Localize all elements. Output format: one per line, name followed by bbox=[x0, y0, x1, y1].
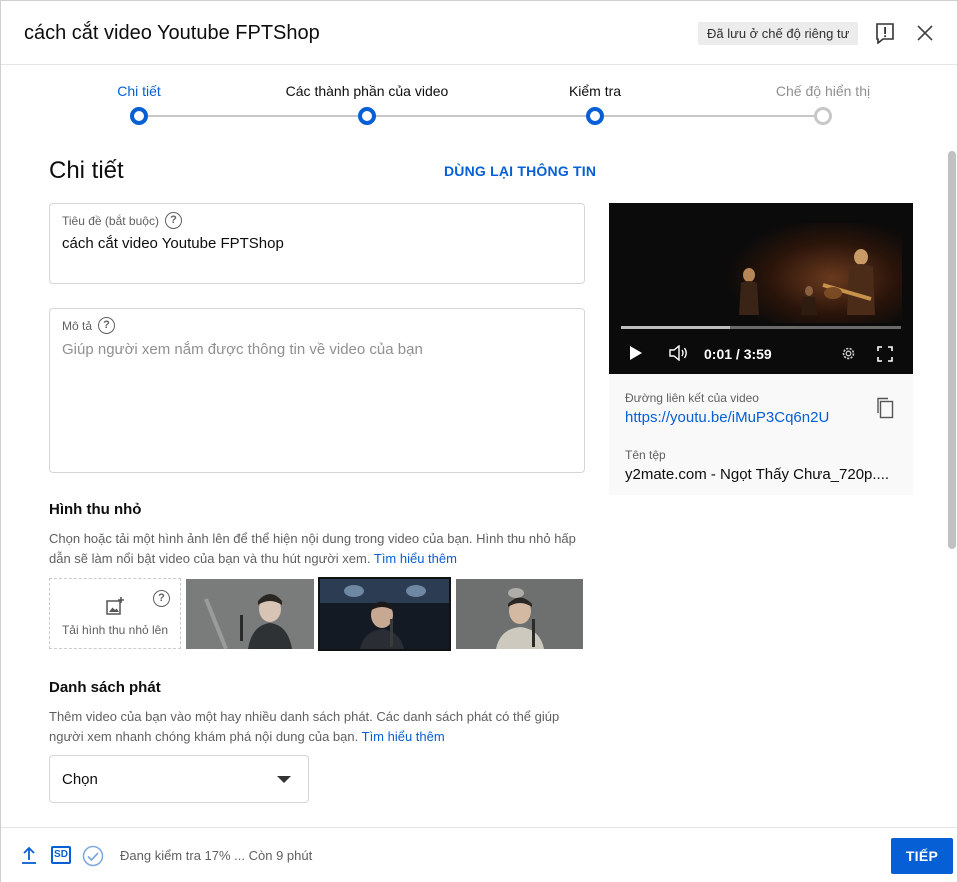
playlist-heading: Danh sách phát bbox=[49, 679, 161, 696]
dialog-title: cách cắt video Youtube FPTShop bbox=[24, 22, 320, 44]
playlist-select-value: Chọn bbox=[62, 771, 98, 788]
copy-icon[interactable] bbox=[875, 396, 895, 420]
step-label: Chế độ hiển thị bbox=[775, 83, 871, 99]
check-circle-icon[interactable] bbox=[82, 845, 104, 867]
fullscreen-icon[interactable] bbox=[877, 346, 893, 362]
reuse-details-button[interactable]: DÙNG LẠI THÔNG TIN bbox=[444, 163, 596, 179]
feedback-icon bbox=[876, 23, 894, 44]
volume-icon[interactable] bbox=[669, 345, 689, 361]
thumbnail-option[interactable] bbox=[186, 579, 314, 649]
next-button[interactable]: TIẾP bbox=[891, 838, 953, 874]
step-dot bbox=[586, 107, 604, 125]
thumbnail-image bbox=[456, 579, 583, 649]
video-progress-bar[interactable] bbox=[621, 326, 901, 329]
step-label: Chi tiết bbox=[117, 83, 161, 99]
help-icon[interactable]: ? bbox=[98, 317, 116, 334]
thumbnail-image bbox=[320, 579, 449, 649]
video-preview-card: 0:01 / 3:59 Đường liên kết của video htt… bbox=[609, 203, 913, 495]
playlist-description: Thêm video của bạn vào một hay nhiều dan… bbox=[49, 707, 589, 747]
dialog-footer: SD Đang kiểm tra 17% ... Còn 9 phút TIẾP bbox=[1, 827, 957, 882]
title-input[interactable]: cách cắt video Youtube FPTShop bbox=[62, 235, 284, 252]
play-icon[interactable] bbox=[629, 345, 643, 361]
upload-icon[interactable] bbox=[21, 846, 37, 864]
video-link-label: Đường liên kết của video bbox=[625, 391, 759, 405]
playlist-select[interactable]: Chọn bbox=[49, 755, 309, 803]
scrollbar-thumb[interactable] bbox=[948, 151, 956, 549]
step-dot bbox=[358, 107, 376, 125]
video-player[interactable]: 0:01 / 3:59 bbox=[609, 203, 913, 374]
add-photo-icon bbox=[106, 597, 124, 615]
description-input[interactable]: Giúp người xem nắm được thông tin về vid… bbox=[62, 341, 423, 358]
stepper-track bbox=[139, 115, 823, 117]
saved-status-badge: Đã lưu ở chế độ riêng tư bbox=[698, 22, 859, 45]
thumbnail-option[interactable] bbox=[456, 579, 583, 649]
upload-stepper: Chi tiết Các thành phần của video Kiểm t… bbox=[1, 65, 957, 135]
video-link[interactable]: https://youtu.be/iMuP3Cq6n2U bbox=[625, 409, 829, 426]
thumbnails-heading: Hình thu nhỏ bbox=[49, 501, 142, 518]
thumbnails-description-text: Chọn hoặc tải một hình ảnh lên để thể hi… bbox=[49, 531, 576, 566]
description-field[interactable]: Mô tả ? Giúp người xem nắm được thông ti… bbox=[49, 308, 585, 473]
details-heading: Chi tiết bbox=[49, 157, 124, 184]
feedback-button[interactable] bbox=[873, 21, 897, 45]
thumbnail-image bbox=[186, 579, 314, 649]
upload-thumbnail-button[interactable]: ? Tải hình thu nhỏ lên bbox=[49, 578, 181, 649]
dropdown-arrow-icon bbox=[277, 776, 291, 783]
file-name-label: Tên tệp bbox=[625, 448, 666, 462]
video-progress-fill bbox=[621, 326, 731, 329]
help-icon[interactable]: ? bbox=[153, 590, 170, 607]
title-field[interactable]: Tiêu đề (bắt buộc) ? cách cắt video Yout… bbox=[49, 203, 585, 284]
upload-thumbnail-label: Tải hình thu nhỏ lên bbox=[61, 623, 169, 637]
step-label: Kiểm tra bbox=[568, 83, 622, 99]
title-field-label-row: Tiêu đề (bắt buộc) ? bbox=[62, 212, 182, 229]
title-field-label: Tiêu đề (bắt buộc) bbox=[62, 213, 159, 228]
sd-quality-icon[interactable]: SD bbox=[51, 846, 71, 864]
step-dot bbox=[130, 107, 148, 125]
playlist-description-text: Thêm video của bạn vào một hay nhiều dan… bbox=[49, 709, 560, 744]
step-label: Các thành phần của video bbox=[285, 83, 449, 99]
description-field-label-row: Mô tả ? bbox=[62, 317, 116, 334]
thumbnail-option-selected[interactable] bbox=[318, 577, 451, 651]
description-field-label: Mô tả bbox=[62, 318, 93, 333]
dialog-header: cách cắt video Youtube FPTShop Đã lưu ở … bbox=[1, 1, 957, 65]
thumbnails-learn-more-link[interactable]: Tìm hiểu thêm bbox=[374, 551, 457, 566]
help-icon[interactable]: ? bbox=[164, 212, 182, 229]
settings-gear-icon[interactable] bbox=[840, 345, 857, 362]
upload-dialog: cách cắt video Youtube FPTShop Đã lưu ở … bbox=[0, 0, 958, 882]
playlist-learn-more-link[interactable]: Tìm hiểu thêm bbox=[362, 729, 445, 744]
close-icon bbox=[917, 25, 933, 41]
video-time: 0:01 / 3:59 bbox=[704, 346, 772, 362]
upload-status-text: Đang kiểm tra 17% ... Còn 9 phút bbox=[120, 848, 313, 863]
file-name: y2mate.com - Ngọt Thấy Chưa_720p.... bbox=[625, 466, 890, 483]
thumbnails-description: Chọn hoặc tải một hình ảnh lên để thể hi… bbox=[49, 529, 589, 569]
step-dot bbox=[814, 107, 832, 125]
close-button[interactable] bbox=[913, 21, 937, 45]
